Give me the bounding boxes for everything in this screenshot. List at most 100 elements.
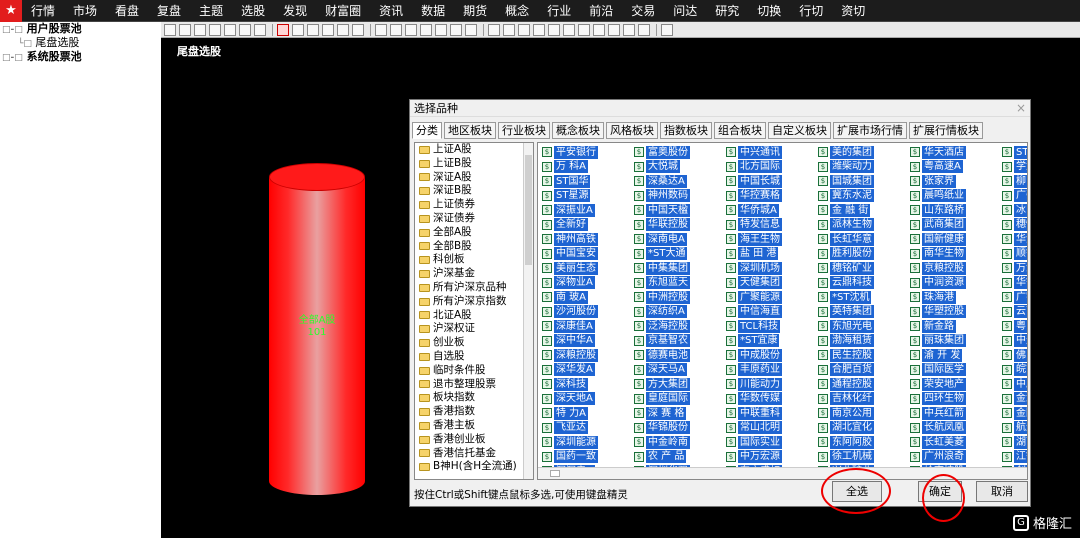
stock-item[interactable]: $ 南 玻A — [542, 290, 598, 305]
category-item[interactable]: 上证B股 — [415, 157, 533, 171]
category-item[interactable]: 深证债券 — [415, 212, 533, 226]
tab-1[interactable]: 地区板块 — [444, 122, 496, 139]
stock-item[interactable]: $ *ST大通 — [634, 247, 690, 262]
ellipse-icon[interactable] — [435, 23, 447, 36]
category-item[interactable]: 深证B股 — [415, 184, 533, 198]
stock-item[interactable]: $湖南 — [1002, 435, 1027, 450]
stock-item[interactable]: $航天 — [1002, 421, 1027, 436]
category-item[interactable]: 上证A股 — [415, 143, 533, 157]
stock-item[interactable]: $ 东旭蓝天 — [634, 276, 690, 291]
stock-item[interactable]: $ 中金岭南 — [634, 435, 690, 450]
stock-item[interactable]: $ 中成股份 — [726, 348, 782, 363]
close-icon[interactable] — [209, 23, 221, 36]
stock-item[interactable]: $ 特 力A — [542, 406, 598, 421]
stock-item[interactable]: $ *ST沈机 — [818, 290, 874, 305]
stock-item[interactable]: $ 穗铭矿业 — [818, 261, 874, 276]
stock-item[interactable]: $ 深物业A — [542, 276, 598, 291]
stock-item[interactable]: $ 国际医学 — [910, 363, 966, 378]
app-logo-icon[interactable]: ★ — [0, 0, 22, 22]
stock-item[interactable]: $ 通程控股 — [818, 377, 874, 392]
menu-item[interactable]: 期货 — [454, 0, 496, 22]
category-scrollbar[interactable] — [523, 143, 533, 479]
stock-item[interactable]: $ 大悦城 — [634, 160, 690, 175]
stock-item[interactable]: $ 合肥百货 — [818, 363, 874, 378]
stock-item[interactable]: $中天 — [1002, 334, 1027, 349]
stock-item[interactable]: $ 胜利股份 — [818, 247, 874, 262]
stock-item[interactable]: $ 国药一致 — [542, 450, 598, 465]
stock-item[interactable]: $ 美丽生态 — [542, 261, 598, 276]
stock-item[interactable]: $ 深振业A — [542, 203, 598, 218]
tab-0[interactable]: 分类 — [412, 122, 442, 139]
scrollbar-thumb[interactable] — [525, 155, 532, 265]
menu-item[interactable]: 行切 — [790, 0, 832, 22]
stock-item[interactable]: $ ST国华 — [542, 174, 598, 189]
close-icon[interactable]: × — [1016, 100, 1026, 117]
stock-item[interactable]: $ 飞亚达 — [542, 421, 598, 436]
stock-item[interactable]: $ 中兵红箭 — [910, 406, 966, 421]
stock-item[interactable]: $ 深粮控股 — [542, 348, 598, 363]
tree-item-tail-select[interactable]: └□ 尾盘选股 — [0, 36, 161, 50]
category-item[interactable]: 香港信托基金 — [415, 447, 533, 461]
stock-item[interactable]: $广宇 — [1002, 290, 1027, 305]
group-icon[interactable] — [623, 23, 635, 36]
stop-icon[interactable] — [254, 23, 266, 36]
stock-item[interactable]: $ 德赛电池 — [634, 348, 690, 363]
menu-item[interactable]: 数据 — [412, 0, 454, 22]
category-item[interactable]: B神H(含H全流通) — [415, 460, 533, 474]
stock-item[interactable]: $ 晨鸣纸业 — [910, 189, 966, 204]
stock-item[interactable]: $ 长航凤凰 — [910, 421, 966, 436]
category-item[interactable]: 自选股 — [415, 350, 533, 364]
ungroup-icon[interactable] — [638, 23, 650, 36]
stock-item[interactable]: $ 山东路桥 — [910, 203, 966, 218]
menu-item[interactable]: 问达 — [664, 0, 706, 22]
stock-item[interactable]: $ 丰原药业 — [726, 363, 782, 378]
menu-item[interactable]: 概念 — [496, 0, 538, 22]
stock-item[interactable]: $穗恒 — [1002, 218, 1027, 233]
stock-item[interactable]: $ 华侨城A — [726, 203, 782, 218]
stock-item[interactable]: $ 平安银行 — [542, 145, 598, 160]
align-left-icon[interactable] — [488, 23, 500, 36]
category-item[interactable]: 香港主板 — [415, 419, 533, 433]
stock-item[interactable]: $ 民生控股 — [818, 348, 874, 363]
shape-icon[interactable] — [465, 23, 477, 36]
stock-item[interactable]: $ 海王生物 — [726, 232, 782, 247]
tab-9[interactable]: 扩展行情板块 — [909, 122, 983, 139]
stock-item[interactable]: $ 广州浪奇 — [910, 450, 966, 465]
tab-3[interactable]: 概念板块 — [552, 122, 604, 139]
stock-item[interactable]: $ 华锦股份 — [634, 421, 690, 436]
stock-item[interactable]: $ 珠海港 — [910, 290, 966, 305]
stock-item[interactable]: $ 全新好 — [542, 218, 598, 233]
menu-item[interactable]: 研究 — [706, 0, 748, 22]
stock-item[interactable]: $皖能 — [1002, 363, 1027, 378]
stock-item[interactable]: $冰山 — [1002, 203, 1027, 218]
category-item[interactable]: 北证A股 — [415, 309, 533, 323]
frame-icon[interactable] — [352, 23, 364, 36]
stock-item[interactable]: $ 北方国际 — [726, 160, 782, 175]
stock-item[interactable]: $ 英特集团 — [818, 305, 874, 320]
stock-item[interactable]: $ 丽珠集团 — [910, 334, 966, 349]
arrow-icon[interactable] — [337, 23, 349, 36]
stock-item[interactable]: $顺钠 — [1002, 247, 1027, 262]
new-icon[interactable] — [164, 23, 176, 36]
rounded-rect-icon[interactable] — [420, 23, 432, 36]
menu-item[interactable]: 行情 — [22, 0, 64, 22]
stock-item[interactable]: $ 农 产 品 — [634, 450, 690, 465]
stock-item[interactable]: $ 国城集团 — [818, 174, 874, 189]
stock-item[interactable]: $云南 — [1002, 305, 1027, 320]
stock-item[interactable]: $ 深纺织A — [634, 305, 690, 320]
menu-item[interactable]: 复盘 — [148, 0, 190, 22]
stock-item[interactable]: $ 深中华A — [542, 334, 598, 349]
stock-item[interactable]: $ 长虹美菱 — [910, 435, 966, 450]
stock-item[interactable]: $ 方大集团 — [634, 377, 690, 392]
menu-item[interactable]: 切换 — [748, 0, 790, 22]
stock-item[interactable]: $ 徐工机械 — [818, 450, 874, 465]
category-item[interactable]: 所有沪深京指数 — [415, 295, 533, 309]
stock-item[interactable]: $ 美的集团 — [818, 145, 874, 160]
circle-icon[interactable] — [450, 23, 462, 36]
tree-expand-icon[interactable]: □-□ — [2, 25, 23, 35]
category-item[interactable]: 沪深基金 — [415, 267, 533, 281]
align-center-icon[interactable] — [503, 23, 515, 36]
rectangle-icon[interactable] — [292, 23, 304, 36]
panel-icon[interactable] — [307, 23, 319, 36]
category-item[interactable]: 香港指数 — [415, 405, 533, 419]
